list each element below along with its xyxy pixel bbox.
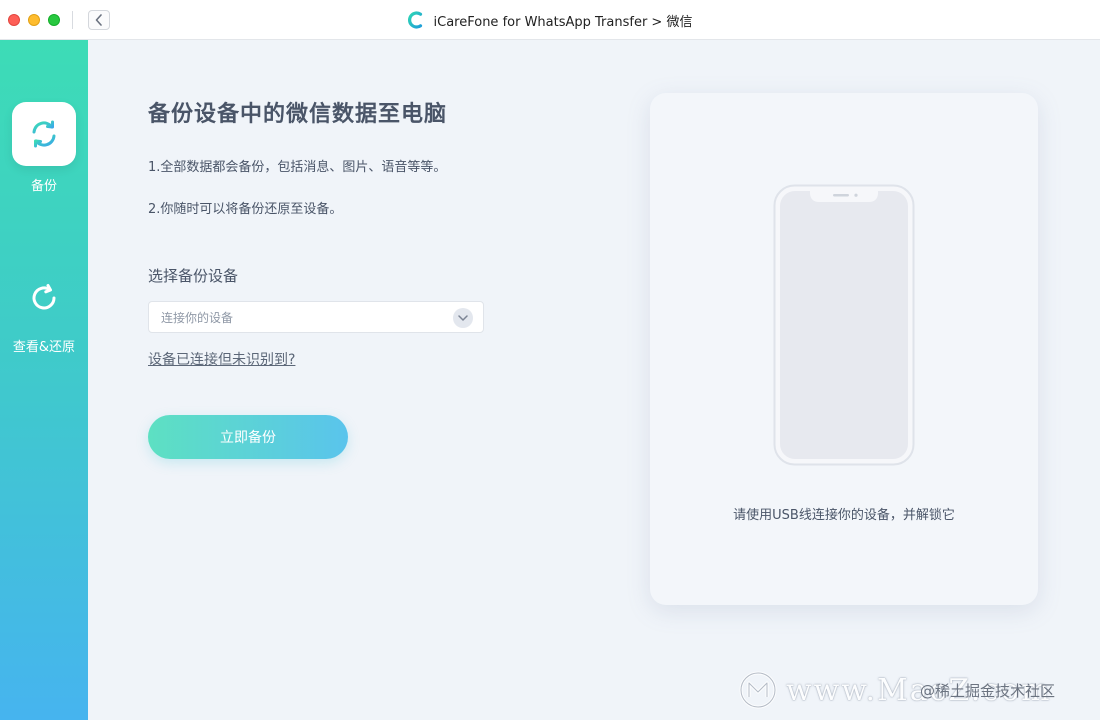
sidebar-item-backup-tile xyxy=(12,102,76,166)
device-select-placeholder: 连接你的设备 xyxy=(161,310,234,325)
sidebar-item-view-restore[interactable]: 查看&还原 xyxy=(0,278,88,355)
sidebar-item-label: 备份 xyxy=(30,179,57,194)
backup-now-button[interactable]: 立即备份 xyxy=(148,415,348,459)
phone-illustration xyxy=(773,184,915,466)
device-connection-card: 请使用USB线连接你的设备，并解锁它 xyxy=(650,93,1038,605)
sidebar: 备份 查看&还原 xyxy=(0,40,88,720)
back-button[interactable] xyxy=(88,10,110,30)
window-close-button[interactable] xyxy=(8,14,20,26)
sidebar-item-restore-icon-wrap xyxy=(12,278,76,318)
info-line: 1.全部数据都会备份，包括消息、图片、语音等等。 xyxy=(148,160,447,175)
app-logo-icon xyxy=(407,11,422,29)
info-line: 2.你随时可以将备份还原至设备。 xyxy=(148,202,343,217)
toolbar-divider xyxy=(72,11,73,29)
window-maximize-button[interactable] xyxy=(48,14,60,26)
chevron-left-icon xyxy=(95,14,102,26)
sync-icon xyxy=(32,120,56,148)
window-minimize-button[interactable] xyxy=(28,14,40,26)
watermark-cn-text: @稀土掘金技术社区 xyxy=(920,682,1056,700)
page-title: 备份设备中的微信数据至电脑 xyxy=(148,102,448,127)
device-not-recognized-link[interactable]: 设备已连接但未识别到? xyxy=(148,349,295,369)
watermark-logo-icon xyxy=(739,671,777,709)
sidebar-item-backup[interactable]: 备份 xyxy=(0,102,88,194)
restore-icon xyxy=(32,284,56,310)
window-title: iCareFone for WhatsApp Transfer > 微信 xyxy=(433,14,693,30)
select-device-label: 选择备份设备 xyxy=(148,267,239,285)
title-bar: iCareFone for WhatsApp Transfer > 微信 xyxy=(0,0,1100,40)
sidebar-item-label: 查看&还原 xyxy=(12,340,76,355)
chevron-down-icon xyxy=(453,308,473,328)
connect-device-hint: 请使用USB线连接你的设备，并解锁它 xyxy=(733,508,955,523)
device-select[interactable]: 连接你的设备 xyxy=(148,301,484,333)
